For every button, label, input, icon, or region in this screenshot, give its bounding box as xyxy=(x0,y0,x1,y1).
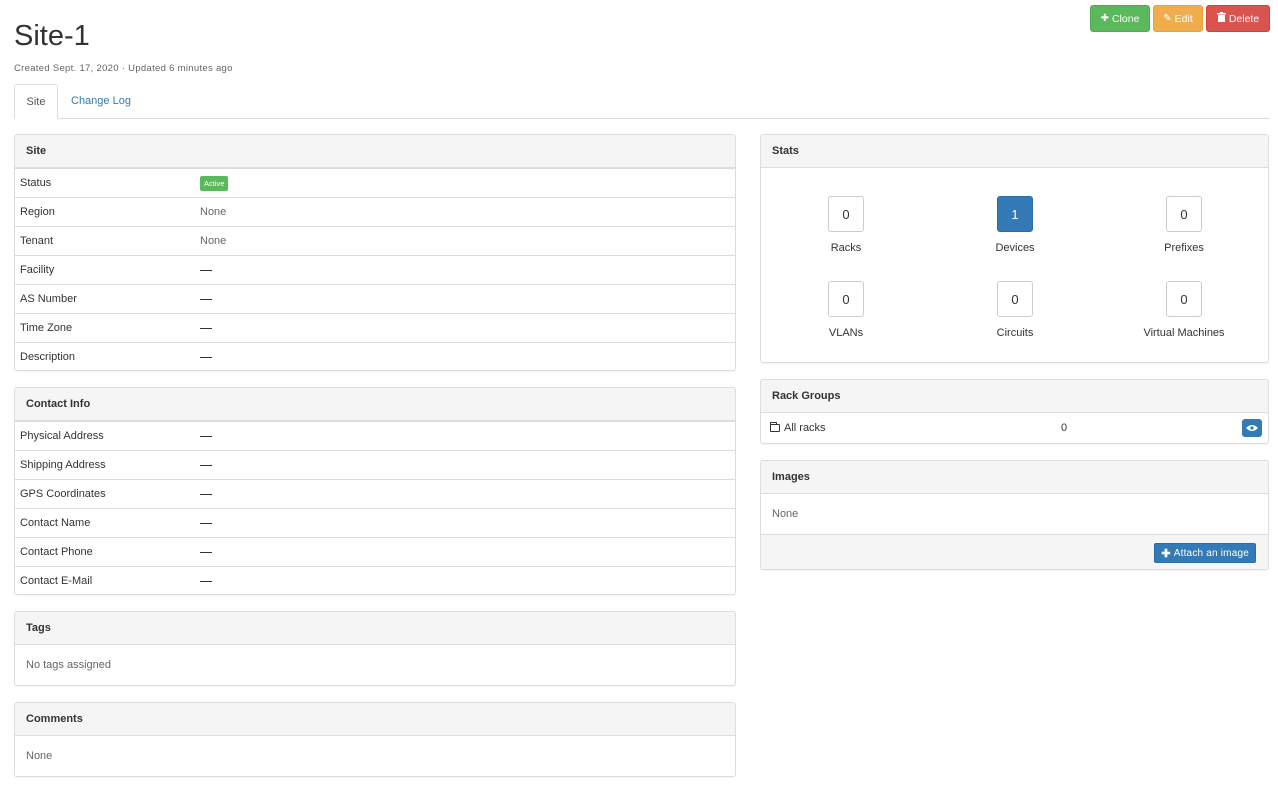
pencil-icon: ✎ xyxy=(1163,13,1172,24)
empty-dash xyxy=(200,551,212,553)
rack-group-row: All racks 0 xyxy=(761,413,1268,443)
contact-row-name: Contact Name xyxy=(15,508,735,537)
row-label: Physical Address xyxy=(20,430,104,442)
contact-panel-title: Contact Info xyxy=(15,388,735,421)
contact-row-email: Contact E-Mail xyxy=(15,566,735,594)
stat-devices-label: Devices xyxy=(995,242,1035,254)
status-badge: Active xyxy=(200,175,229,191)
stat-racks-label: Racks xyxy=(830,242,862,254)
action-buttons: ✚ Clone ✎ Edit Delete xyxy=(1090,5,1270,32)
empty-dash xyxy=(200,435,212,437)
stat-prefixes: 0 Prefixes xyxy=(1109,196,1259,254)
stat-vlans-label: VLANs xyxy=(828,327,864,339)
clone-button-label: Clone xyxy=(1111,12,1140,25)
stat-devices: 1 Devices xyxy=(940,196,1090,254)
delete-button[interactable]: Delete xyxy=(1206,5,1270,32)
images-panel: Images None ✚ Attach an image xyxy=(760,460,1269,570)
tags-empty-text: No tags assigned xyxy=(26,659,111,671)
folder-icon xyxy=(770,422,780,432)
row-label: GPS Coordinates xyxy=(20,488,106,500)
site-row-status: Status Active xyxy=(15,168,735,197)
row-value: None xyxy=(200,206,227,218)
stat-virtual-machines: 0 Virtual Machines xyxy=(1109,281,1259,339)
plus-icon: ✚ xyxy=(1100,13,1109,24)
site-row-description: Description xyxy=(15,342,735,370)
empty-dash xyxy=(200,464,212,466)
images-empty-text: None xyxy=(772,508,799,520)
row-label: Contact Phone xyxy=(20,546,93,558)
stat-virtual-machines-count[interactable]: 0 xyxy=(1166,281,1202,317)
empty-dash xyxy=(200,298,212,300)
rack-groups-panel: Rack Groups All racks 0 xyxy=(760,379,1269,444)
stat-vlans-count[interactable]: 0 xyxy=(828,281,864,317)
view-rack-group-button[interactable] xyxy=(1242,419,1262,437)
site-panel: Site Status Active Region None Tenant No… xyxy=(14,134,736,371)
attach-image-label: Attach an image xyxy=(1173,547,1249,559)
rack-group-count: 0 xyxy=(1061,422,1068,434)
stat-prefixes-count[interactable]: 0 xyxy=(1166,196,1202,232)
row-label: AS Number xyxy=(20,293,77,305)
tags-panel-title: Tags xyxy=(15,612,735,645)
page-subtitle: Created Sept. 17, 2020 · Updated 6 minut… xyxy=(14,63,233,74)
row-label: Facility xyxy=(20,264,55,276)
row-label: Tenant xyxy=(20,235,54,247)
empty-dash xyxy=(200,493,212,495)
stat-devices-count[interactable]: 1 xyxy=(997,196,1033,232)
empty-dash xyxy=(200,327,212,329)
stat-racks-count[interactable]: 0 xyxy=(828,196,864,232)
site-row-region: Region None xyxy=(15,197,735,226)
contact-row-physical-address: Physical Address xyxy=(15,421,735,450)
delete-button-label: Delete xyxy=(1228,12,1260,25)
contact-row-phone: Contact Phone xyxy=(15,537,735,566)
row-label: Contact Name xyxy=(20,517,91,529)
edit-button[interactable]: ✎ Edit xyxy=(1153,5,1203,32)
site-row-facility: Facility xyxy=(15,255,735,284)
empty-dash xyxy=(200,269,212,271)
comments-panel: Comments None xyxy=(14,702,736,777)
stat-vlans: 0 VLANs xyxy=(771,281,921,339)
contact-row-gps: GPS Coordinates xyxy=(15,479,735,508)
tags-panel: Tags No tags assigned xyxy=(14,611,736,686)
empty-dash xyxy=(200,356,212,358)
row-label: Time Zone xyxy=(20,322,73,334)
rack-groups-panel-title: Rack Groups xyxy=(761,380,1268,413)
stats-panel-title: Stats xyxy=(761,135,1268,168)
rack-group-name: All racks xyxy=(784,422,826,434)
stat-prefixes-label: Prefixes xyxy=(1164,242,1204,254)
row-label: Contact E-Mail xyxy=(20,575,93,587)
trash-icon xyxy=(1216,12,1226,25)
empty-dash xyxy=(200,580,212,582)
attach-image-button[interactable]: ✚ Attach an image xyxy=(1154,543,1256,563)
stat-virtual-machines-label: Virtual Machines xyxy=(1143,327,1225,339)
clone-button[interactable]: ✚ Clone xyxy=(1090,5,1150,32)
stats-panel: Stats 0 Racks 1 Devices 0 Prefixes 0 VLA… xyxy=(760,134,1269,363)
contact-info-panel: Contact Info Physical Address Shipping A… xyxy=(14,387,736,595)
contact-row-shipping-address: Shipping Address xyxy=(15,450,735,479)
stat-circuits: 0 Circuits xyxy=(940,281,1090,339)
site-row-as-number: AS Number xyxy=(15,284,735,313)
tab-change-log[interactable]: Change Log xyxy=(60,84,142,118)
images-panel-title: Images xyxy=(761,461,1268,494)
stat-circuits-label: Circuits xyxy=(996,327,1034,339)
tab-site[interactable]: Site xyxy=(14,84,58,119)
comments-panel-title: Comments xyxy=(15,703,735,736)
comments-text: None xyxy=(26,750,53,762)
site-row-tenant: Tenant None xyxy=(15,226,735,255)
row-value: None xyxy=(200,235,227,247)
tab-bar: Site Change Log xyxy=(14,84,1270,119)
site-row-time-zone: Time Zone xyxy=(15,313,735,342)
row-label: Description xyxy=(20,351,76,363)
empty-dash xyxy=(200,522,212,524)
row-label: Region xyxy=(20,206,55,218)
eye-icon xyxy=(1246,425,1258,431)
page-title: Site-1 xyxy=(14,20,90,52)
edit-button-label: Edit xyxy=(1174,12,1193,25)
plus-icon: ✚ xyxy=(1161,547,1171,560)
stat-circuits-count[interactable]: 0 xyxy=(997,281,1033,317)
row-label: Shipping Address xyxy=(20,459,106,471)
images-panel-footer: ✚ Attach an image xyxy=(761,534,1268,569)
stat-racks: 0 Racks xyxy=(771,196,921,254)
row-label: Status xyxy=(20,177,52,189)
site-panel-title: Site xyxy=(15,135,735,168)
